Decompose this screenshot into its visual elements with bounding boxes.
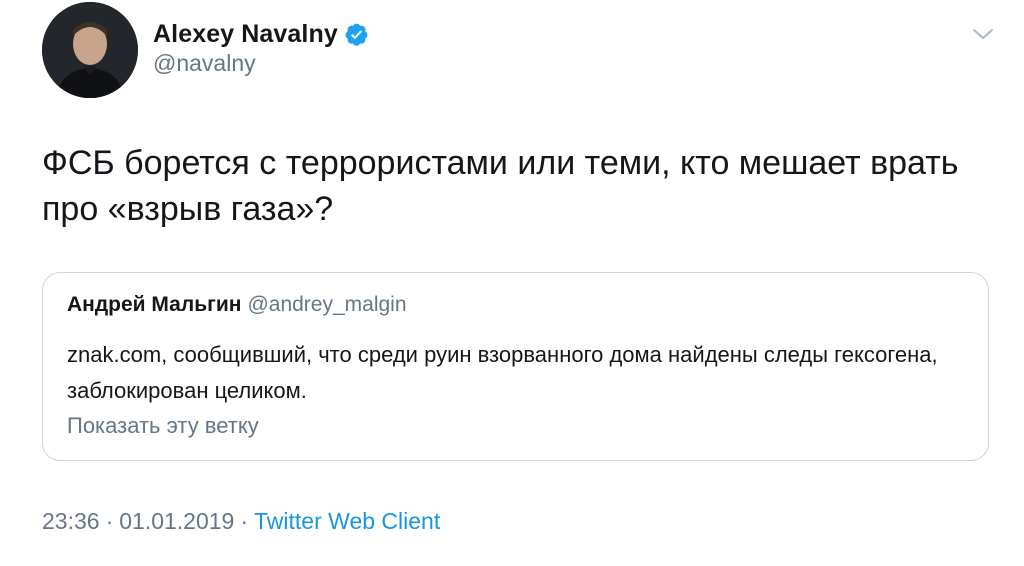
tweet-time[interactable]: 23:36 — [42, 508, 100, 534]
client-link[interactable]: Twitter Web Client — [254, 508, 440, 534]
quoted-tweet-card[interactable]: Андрей Мальгин @andrey_malgin znak.com, с… — [42, 272, 989, 461]
quoted-tweet-text: znak.com, сообщивший, что среди руин взо… — [67, 342, 938, 403]
chevron-down-icon[interactable] — [972, 27, 994, 41]
quoted-tweet-header: Андрей Мальгин @andrey_malgin — [67, 293, 407, 317]
tweet-meta: 23:36 · 01.01.2019 · Twitter Web Client — [42, 508, 440, 535]
show-thread-link[interactable]: Показать эту ветку — [67, 413, 259, 439]
verified-badge-icon — [344, 22, 369, 47]
meta-separator: · — [240, 508, 249, 534]
tweet-text: ФСБ борется с террористами или теми, кто… — [42, 144, 959, 228]
quoted-author-name: Андрей Мальгин — [67, 293, 242, 316]
meta-separator: · — [105, 508, 114, 534]
author-name-row: Alexey Navalny — [153, 18, 369, 50]
author-display-name[interactable]: Alexey Navalny — [153, 20, 338, 49]
profile-photo — [42, 2, 138, 98]
avatar[interactable] — [42, 2, 138, 98]
author-handle[interactable]: @navalny — [153, 50, 256, 77]
tweet-date[interactable]: 01.01.2019 — [119, 508, 234, 534]
quoted-author-handle: @andrey_malgin — [247, 293, 407, 316]
